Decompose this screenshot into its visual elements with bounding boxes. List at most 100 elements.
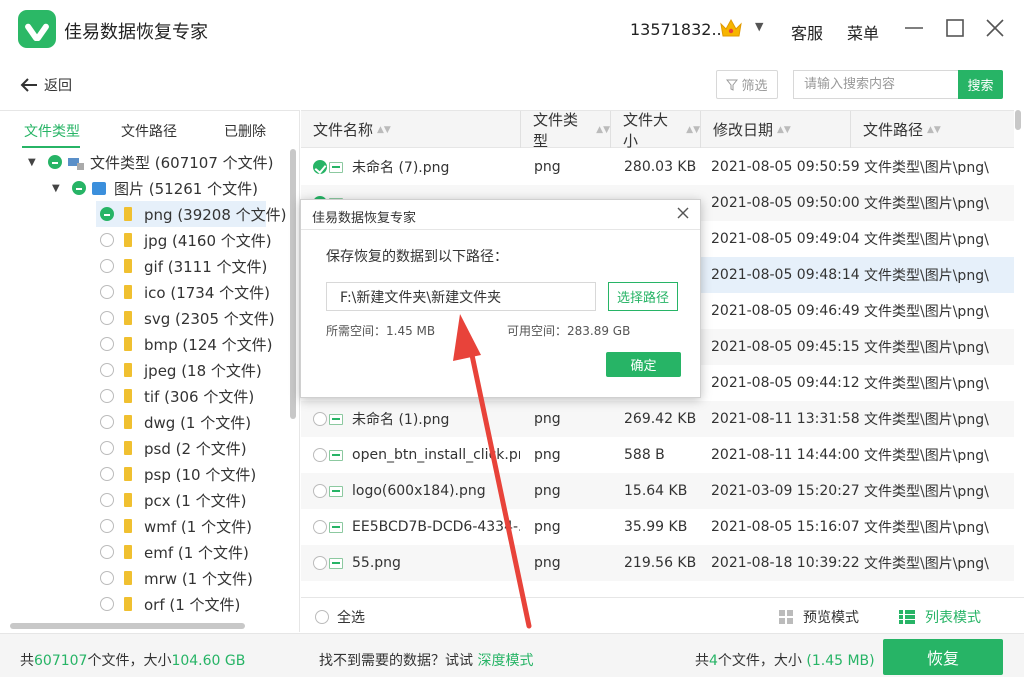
tree-checkbox[interactable]	[100, 467, 114, 481]
back-button[interactable]: 返回	[20, 74, 72, 96]
recover-button[interactable]: 恢复	[883, 639, 1003, 675]
tab-file-type[interactable]: 文件类型	[24, 121, 80, 141]
tree-checkbox[interactable]	[100, 259, 114, 273]
tree-item-label: jpg (4160 个文件)	[144, 231, 272, 250]
row-checkbox[interactable]	[313, 412, 327, 426]
cell-date: 2021-08-05 09:48:14	[711, 267, 860, 283]
tree-item[interactable]: pcx (1 个文件)	[96, 487, 246, 513]
tree-checkbox[interactable]	[100, 441, 114, 455]
tree-item[interactable]: psp (10 个文件)	[96, 461, 256, 487]
tree-checkbox[interactable]	[100, 415, 114, 429]
row-checkbox[interactable]	[313, 520, 327, 534]
minimize-icon[interactable]	[903, 17, 925, 39]
checkbox-icon[interactable]	[315, 610, 329, 624]
table-row[interactable]: open_btn_install_click.png png 588 B 202…	[301, 437, 1014, 473]
filter-button[interactable]: 筛选	[716, 70, 778, 99]
select-all-checkbox[interactable]: 全选	[315, 607, 365, 627]
cell-path: 文件类型\图片\png\	[864, 412, 989, 428]
sort-icon: ▲▼	[927, 124, 941, 135]
tree-item[interactable]: jpg (4160 个文件)	[96, 227, 272, 253]
tree-checkbox[interactable]	[100, 285, 114, 299]
chevron-down-icon[interactable]: ▼	[755, 20, 763, 33]
dialog-prompt: 保存恢复的数据到以下路径：	[326, 249, 508, 265]
tree-item[interactable]: emf (1 个文件)	[96, 539, 249, 565]
tree-checkbox[interactable]	[100, 389, 114, 403]
tree-checkbox[interactable]	[100, 597, 114, 611]
list-mode-button[interactable]: 列表模式	[899, 607, 981, 627]
menu-link[interactable]: 菜单	[847, 20, 879, 44]
tree-checkbox[interactable]	[100, 519, 114, 533]
tree-vertical-scrollbar[interactable]	[290, 149, 296, 419]
tree-item-label: bmp (124 个文件)	[144, 335, 273, 354]
cell-path: 文件类型\图片\png\	[864, 340, 989, 356]
table-row[interactable]: 55.png png 219.56 KB 2021-08-18 10:39:22…	[301, 545, 1014, 581]
tree-checkbox[interactable]	[100, 207, 114, 221]
tree-item[interactable]: svg (2305 个文件)	[96, 305, 275, 331]
tree-checkbox[interactable]	[100, 337, 114, 351]
tree-item[interactable]: orf (1 个文件)	[96, 591, 240, 617]
confirm-button[interactable]: 确定	[606, 352, 681, 377]
app-logo	[18, 10, 56, 48]
left-pane: 文件类型 文件路径 已删除 ▼ 文件类型 (607107 个文件) ▼ 图片 (…	[0, 110, 300, 632]
tab-deleted[interactable]: 已删除	[224, 121, 266, 141]
column-header-date[interactable]: 修改日期 ▲▼	[701, 111, 851, 148]
table-row[interactable]: EE5BCD7B-DCD6-4334-... png 35.99 KB 2021…	[301, 509, 1014, 545]
tree-checkbox[interactable]	[48, 155, 62, 169]
dialog-close-icon[interactable]	[675, 205, 691, 221]
deep-mode-link[interactable]: 深度模式	[477, 653, 533, 669]
table-vertical-scrollbar[interactable]	[1015, 110, 1021, 130]
tree-item[interactable]: bmp (124 个文件)	[96, 331, 273, 357]
tree-item[interactable]: gif (3111 个文件)	[96, 253, 267, 279]
file-icon	[329, 522, 343, 533]
column-header-size[interactable]: 文件大小 ▲▼	[611, 111, 701, 150]
filter-label: 筛选	[741, 79, 768, 94]
expand-arrow-icon[interactable]: ▼	[28, 157, 40, 168]
folder-icon	[124, 363, 132, 377]
column-header-path[interactable]: 文件路径 ▲▼	[851, 111, 1014, 148]
row-checkbox[interactable]	[313, 484, 327, 498]
tree-checkbox[interactable]	[100, 571, 114, 585]
tree-horizontal-scrollbar[interactable]	[10, 623, 245, 629]
deep-scan-hint: 找不到需要的数据？试试 深度模式	[319, 653, 534, 669]
table-row[interactable]: 未命名 (1).png png 269.42 KB 2021-08-11 13:…	[301, 401, 1014, 437]
close-icon[interactable]	[984, 17, 1006, 39]
tree-node-root[interactable]: ▼ 文件类型 (607107 个文件)	[28, 149, 274, 175]
tree-checkbox[interactable]	[100, 493, 114, 507]
user-account[interactable]: 13571832...	[630, 20, 727, 39]
tree-item[interactable]: dwg (1 个文件)	[96, 409, 251, 435]
maximize-icon[interactable]	[944, 17, 966, 39]
tree-checkbox[interactable]	[72, 181, 86, 195]
save-path-input[interactable]	[326, 282, 596, 311]
tree-item[interactable]: psd (2 个文件)	[96, 435, 247, 461]
search-button[interactable]: 搜索	[958, 70, 1003, 99]
tree-checkbox[interactable]	[100, 545, 114, 559]
tree-checkbox[interactable]	[100, 311, 114, 325]
table-row[interactable]: logo(600x184).png png 15.64 KB 2021-03-0…	[301, 473, 1014, 509]
row-checkbox[interactable]	[313, 448, 327, 462]
tree-item-label: pcx (1 个文件)	[144, 491, 247, 510]
tab-file-path[interactable]: 文件路径	[121, 121, 177, 141]
tree-item[interactable]: mrw (1 个文件)	[96, 565, 253, 591]
table-row[interactable]: 未命名 (7).png png 280.03 KB 2021-08-05 09:…	[301, 149, 1014, 185]
tree-node-label: 图片 (51261 个文件)	[114, 179, 258, 198]
folder-icon	[124, 441, 132, 455]
tree-checkbox[interactable]	[100, 233, 114, 247]
row-checkbox[interactable]	[313, 556, 327, 570]
tree-item[interactable]: tif (306 个文件)	[96, 383, 254, 409]
tree-item[interactable]: wmf (1 个文件)	[96, 513, 252, 539]
column-header-type[interactable]: 文件类型 ▲▼	[521, 111, 611, 150]
tree-item[interactable]: jpeg (18 个文件)	[96, 357, 262, 383]
tree-item-label: psp (10 个文件)	[144, 465, 257, 484]
tree-checkbox[interactable]	[100, 363, 114, 377]
preview-mode-button[interactable]: 预览模式	[779, 607, 859, 627]
column-header-name[interactable]: 文件名称 ▲▼	[301, 111, 521, 148]
search-input[interactable]	[793, 70, 959, 99]
tree-item[interactable]: ico (1734 个文件)	[96, 279, 270, 305]
expand-arrow-icon[interactable]: ▼	[52, 183, 64, 194]
selected-size: (1.45 MB)	[806, 653, 875, 669]
tree-item[interactable]: png (39208 个文件)	[96, 201, 287, 227]
customer-service-link[interactable]: 客服	[791, 20, 823, 44]
row-checkbox[interactable]	[313, 160, 327, 174]
tree-node-images[interactable]: ▼ 图片 (51261 个文件)	[52, 175, 258, 201]
choose-path-button[interactable]: 选择路径	[608, 282, 678, 311]
